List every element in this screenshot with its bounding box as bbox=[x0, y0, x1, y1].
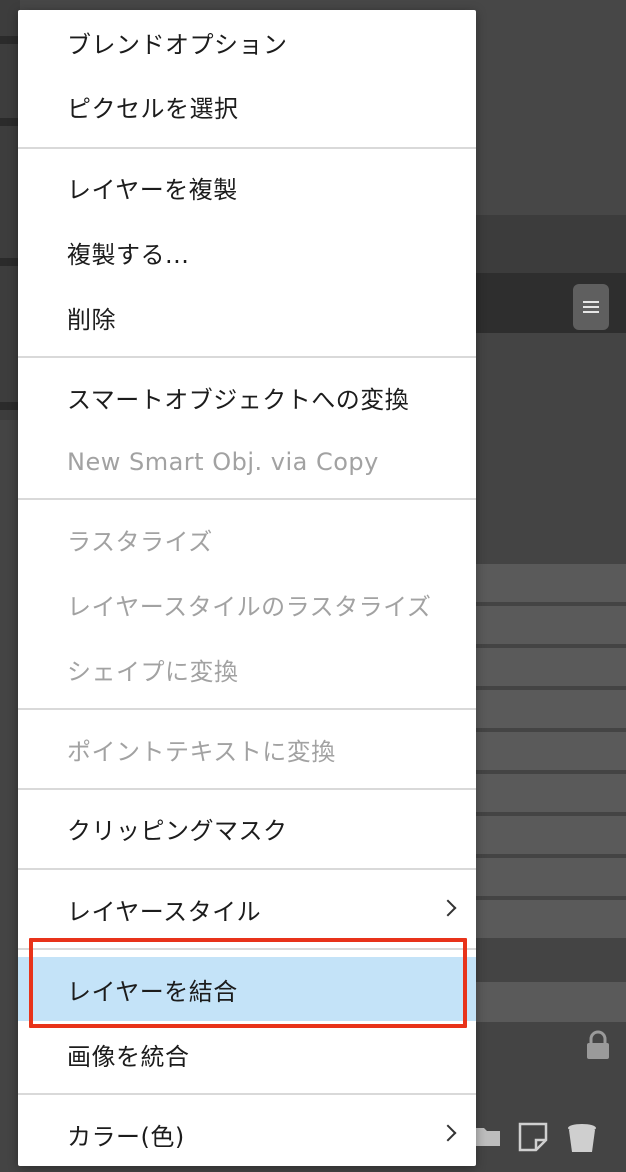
layer-row[interactable] bbox=[476, 856, 626, 896]
divider bbox=[0, 118, 20, 126]
menu-separator bbox=[18, 788, 476, 790]
layer-row[interactable] bbox=[476, 980, 626, 1022]
new-layer-icon[interactable] bbox=[518, 1122, 550, 1156]
menu-item-label: シェイプに変換 bbox=[67, 657, 239, 686]
chevron-right-icon bbox=[439, 1124, 457, 1142]
layer-row[interactable] bbox=[476, 898, 626, 938]
menu-item-convert-to-point-text: ポイントテキストに変換 bbox=[18, 717, 476, 781]
menu-item-label: レイヤースタイル bbox=[67, 897, 262, 926]
menu-item-blend-options[interactable]: ブレンドオプション bbox=[18, 10, 476, 74]
menu-separator bbox=[18, 356, 476, 358]
menu-item-label: 削除 bbox=[67, 305, 116, 334]
menu-item-label: 画像を統合 bbox=[67, 1042, 190, 1071]
menu-item-rasterize-layer-style: レイヤースタイルのラスタライズ bbox=[18, 572, 476, 636]
folder-icon[interactable] bbox=[476, 1122, 500, 1152]
menu-item-select-pixels[interactable]: ピクセルを選択 bbox=[18, 74, 476, 138]
menu-separator bbox=[18, 868, 476, 870]
divider bbox=[0, 258, 20, 266]
layer-row[interactable] bbox=[476, 730, 626, 770]
layer-row[interactable] bbox=[476, 604, 626, 644]
menu-separator bbox=[18, 1093, 476, 1095]
menu-separator bbox=[18, 498, 476, 500]
divider bbox=[0, 36, 20, 44]
menu-item-label: ポイントテキストに変換 bbox=[67, 737, 336, 766]
layer-row[interactable] bbox=[476, 562, 626, 602]
menu-item-label: クリッピングマスク bbox=[67, 816, 288, 845]
menu-separator bbox=[18, 147, 476, 149]
menu-item-label: ブレンドオプション bbox=[67, 30, 288, 59]
menu-item-label: ピクセルを選択 bbox=[67, 94, 239, 123]
menu-item-rasterize: ラスタライズ bbox=[18, 507, 476, 571]
menu-item-duplicate[interactable]: 複製する... bbox=[18, 220, 476, 284]
left-toolbar-strip bbox=[0, 0, 20, 420]
menu-item-label: New Smart Obj. via Copy bbox=[67, 448, 379, 476]
menu-item-layer-style[interactable]: レイヤースタイル bbox=[18, 877, 476, 941]
menu-item-label: カラー(色) bbox=[67, 1122, 185, 1151]
menu-separator bbox=[18, 708, 476, 710]
menu-item-label: ラスタライズ bbox=[67, 527, 213, 556]
layer-row[interactable] bbox=[476, 814, 626, 854]
layer-row[interactable] bbox=[476, 688, 626, 728]
layer-row[interactable] bbox=[476, 772, 626, 812]
annotation-highlight-box bbox=[29, 938, 467, 1028]
menu-item-convert-smart-object[interactable]: スマートオブジェクトへの変換 bbox=[18, 365, 476, 429]
menu-item-convert-to-shape: シェイプに変換 bbox=[18, 637, 476, 701]
chevron-right-icon bbox=[439, 899, 457, 917]
hamburger-icon bbox=[583, 295, 599, 319]
menu-item-label: レイヤースタイルのラスタライズ bbox=[67, 592, 432, 621]
menu-item-duplicate-layer[interactable]: レイヤーを複製 bbox=[18, 155, 476, 219]
panel-menu-button[interactable] bbox=[573, 284, 609, 330]
menu-item-flatten-image[interactable]: 画像を統合 bbox=[18, 1022, 476, 1086]
menu-item-color[interactable]: カラー(色) bbox=[18, 1102, 476, 1166]
menu-item-label: 複製する... bbox=[67, 240, 190, 269]
divider bbox=[0, 402, 20, 410]
trash-icon[interactable] bbox=[566, 1122, 598, 1158]
menu-item-label: レイヤーを複製 bbox=[67, 175, 238, 204]
lock-icon[interactable] bbox=[584, 1030, 612, 1060]
menu-item-new-smart-obj-via-copy: New Smart Obj. via Copy bbox=[18, 430, 476, 494]
layer-row[interactable] bbox=[476, 646, 626, 686]
menu-item-clipping-mask[interactable]: クリッピングマスク bbox=[18, 796, 476, 860]
menu-item-delete[interactable]: 削除 bbox=[18, 285, 476, 349]
menu-item-label: スマートオブジェクトへの変換 bbox=[67, 385, 410, 414]
